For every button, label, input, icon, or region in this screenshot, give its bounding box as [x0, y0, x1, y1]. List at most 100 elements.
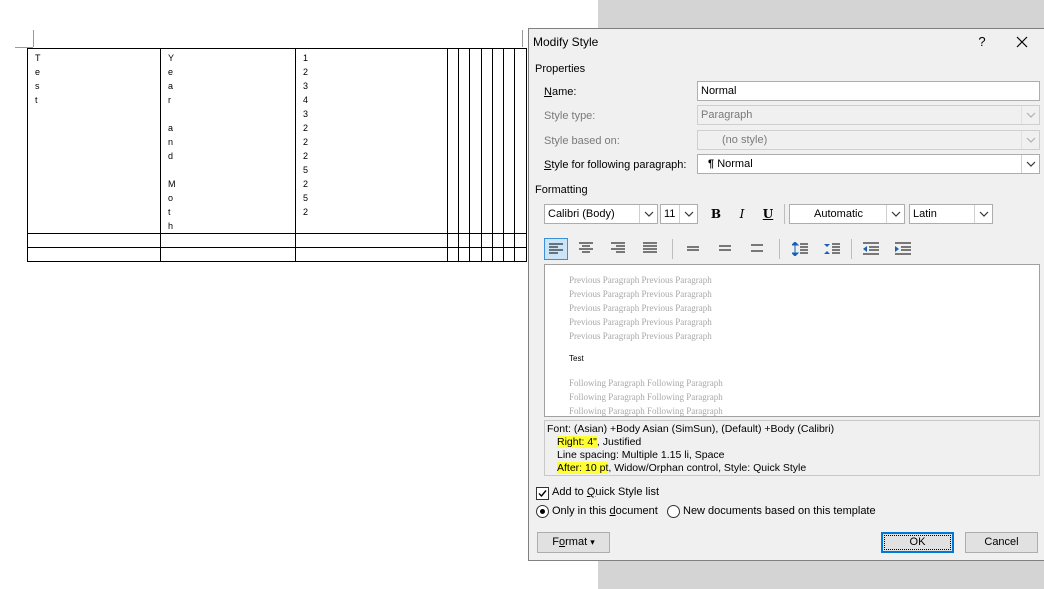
description-line: Right: 4", Justified [547, 436, 1037, 449]
table-cell[interactable] [458, 247, 470, 262]
dropdown-arrow-icon [891, 211, 901, 217]
new-documents-template-label[interactable]: New documents based on this template [683, 505, 876, 517]
table-cell[interactable] [503, 48, 515, 234]
one-half-spacing-button[interactable] [714, 238, 738, 260]
following-paragraph-label: Style for following paragraph: [544, 159, 686, 171]
ok-button[interactable]: OK [881, 532, 954, 553]
table-cell[interactable] [447, 233, 459, 248]
table-cell[interactable] [27, 233, 161, 248]
document-table[interactable]: T e s t Y e a r a n d M o t h 1 2 3 4 3 … [27, 48, 527, 262]
style-type-value: Paragraph [701, 109, 753, 121]
following-paragraph-value: Normal [717, 158, 753, 170]
help-button[interactable]: ? [972, 32, 992, 52]
style-description: Font: (Asian) +Body Asian (SimSun), (Def… [544, 420, 1040, 476]
toolbar-separator [784, 204, 785, 224]
table-cell[interactable] [514, 48, 527, 234]
preview-following-paragraph: Following Paragraph Following Paragraph [569, 392, 723, 402]
label-text: Add to [552, 486, 587, 498]
style-based-on-value: (no style) [722, 134, 768, 146]
table-cell[interactable] [492, 233, 504, 248]
table-cell[interactable] [295, 233, 448, 248]
table-cell[interactable] [27, 247, 161, 262]
table-cell[interactable] [469, 233, 482, 248]
label-text: Only in this [552, 505, 610, 517]
table-cell[interactable]: 1 2 3 4 3 2 2 2 5 2 5 2 [295, 48, 448, 234]
table-cell[interactable] [481, 247, 493, 262]
font-size-value: 11 [664, 208, 676, 220]
format-menu-button[interactable]: Format ▾ [537, 532, 610, 553]
cell-text: 1 2 3 4 3 2 2 2 5 2 5 2 [303, 53, 309, 217]
italic-button[interactable]: I [732, 204, 752, 224]
table-cell[interactable]: T e s t [27, 48, 161, 234]
table-cell[interactable] [514, 233, 527, 248]
following-paragraph-select[interactable]: ¶ Normal [697, 154, 1040, 174]
table-cell[interactable] [469, 48, 482, 234]
toolbar-separator [672, 239, 673, 259]
underline-button[interactable]: U [758, 204, 778, 224]
table-cell[interactable] [503, 233, 515, 248]
following-label-text: tyle for following paragraph: [551, 159, 687, 171]
table-cell[interactable] [492, 247, 504, 262]
properties-heading: Properties [535, 63, 586, 75]
single-spacing-button[interactable] [682, 238, 706, 260]
table-row: T e s t Y e a r a n d M o t h 1 2 3 4 3 … [27, 48, 527, 234]
dropdown-arrow-icon [644, 211, 654, 217]
bold-button[interactable]: B [706, 204, 726, 224]
close-button[interactable] [1011, 31, 1033, 53]
style-type-dropdown-button [1021, 106, 1039, 124]
table-cell[interactable] [481, 233, 493, 248]
table-row [27, 247, 527, 262]
crop-mark [522, 30, 523, 47]
table-cell[interactable] [503, 247, 515, 262]
table-cell[interactable] [447, 247, 459, 262]
justify-icon [643, 242, 657, 253]
label-text: F [552, 536, 559, 548]
script-select[interactable]: Latin [909, 204, 993, 224]
one-half-spacing-icon [719, 245, 731, 251]
table-cell[interactable] [458, 48, 470, 234]
table-cell[interactable] [514, 247, 527, 262]
font-color-select[interactable]: Automatic [789, 204, 905, 224]
align-right-button[interactable] [607, 238, 631, 260]
table-cell[interactable]: Y e a r a n d M o t h [160, 48, 296, 234]
table-cell[interactable] [160, 233, 296, 248]
increase-paragraph-spacing-button[interactable] [788, 238, 812, 260]
double-spacing-button[interactable] [746, 238, 770, 260]
align-center-button[interactable] [575, 238, 599, 260]
style-based-on-select[interactable]: (no style) [697, 130, 1040, 150]
align-left-button[interactable] [544, 238, 568, 260]
dropdown-arrow-icon [979, 211, 989, 217]
name-label-accel: N [544, 86, 552, 98]
table-cell[interactable] [492, 48, 504, 234]
style-based-on-dropdown-button [1021, 131, 1039, 149]
table-cell[interactable] [160, 247, 296, 262]
table-cell[interactable] [481, 48, 493, 234]
add-to-quick-style-checkbox[interactable] [536, 487, 549, 500]
cell-text: Y e a r a n d M o t h [168, 53, 176, 231]
decrease-paragraph-spacing-button[interactable] [820, 238, 844, 260]
increase-indent-button[interactable] [891, 238, 915, 260]
font-name-select[interactable]: Calibri (Body) [544, 204, 658, 224]
justify-button[interactable] [639, 238, 663, 260]
style-type-select[interactable]: Paragraph [697, 105, 1040, 125]
table-cell[interactable] [469, 247, 482, 262]
decrease-indent-button[interactable] [859, 238, 883, 260]
cancel-button[interactable]: Cancel [965, 532, 1038, 553]
add-to-quick-style-label[interactable]: Add to Quick Style list [552, 486, 659, 498]
font-name-value: Calibri (Body) [548, 208, 615, 220]
table-cell[interactable] [447, 48, 459, 234]
dropdown-arrow-icon: ▾ [590, 537, 595, 547]
name-input[interactable]: Normal [697, 81, 1040, 101]
focus-rectangle [884, 535, 951, 550]
single-spacing-icon [687, 246, 699, 251]
preview-previous-paragraph: Previous Paragraph Previous Paragraph [569, 331, 712, 341]
following-paragraph-dropdown-button [1021, 155, 1039, 173]
only-this-document-label[interactable]: Only in this document [552, 505, 658, 517]
table-cell[interactable] [458, 233, 470, 248]
only-this-document-radio[interactable] [536, 505, 549, 518]
new-documents-template-radio[interactable] [667, 505, 680, 518]
close-icon [1016, 36, 1028, 48]
align-left-icon [549, 243, 563, 254]
table-cell[interactable] [295, 247, 448, 262]
font-size-select[interactable]: 11 [660, 204, 698, 224]
